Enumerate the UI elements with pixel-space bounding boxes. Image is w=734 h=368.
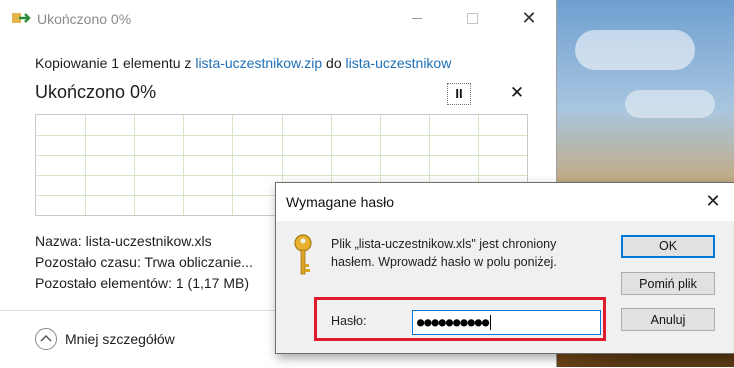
copy-arrow-icon (12, 13, 31, 23)
minimize-button[interactable] (405, 8, 429, 28)
time-value: Trwa obliczanie... (144, 254, 253, 270)
destination-link[interactable]: lista-uczestnikow (346, 55, 452, 71)
password-dialog: Wymagane hasło ✕ Plik „lista-uczestnikow… (275, 182, 734, 354)
cloud (575, 30, 695, 70)
time-remaining-row: Pozostało czasu: Trwa obliczanie... (35, 254, 253, 270)
cloud (625, 90, 715, 118)
dialog-title: Wymagane hasło (286, 194, 395, 210)
items-remaining-row: Pozostało elementów: 1 (1,17 MB) (35, 275, 249, 291)
maximize-icon (466, 13, 478, 24)
maximize-button[interactable] (460, 8, 484, 28)
protected-file-message: Plik „lista-uczestnikow.xls" jest chroni… (331, 237, 557, 269)
ok-button[interactable]: OK (621, 235, 715, 258)
text-caret (490, 315, 492, 330)
title-bar: Ukończono 0% ✕ (0, 0, 556, 38)
items-label: Pozostało elementów: (35, 275, 176, 291)
password-mask: ●●●●●●●●●● (417, 315, 490, 329)
copy-description: Kopiowanie 1 elementu z lista-uczestniko… (35, 55, 451, 71)
password-input[interactable]: ●●●●●●●●●● (412, 310, 601, 335)
copy-mid: do (322, 55, 346, 71)
stop-button[interactable]: ✕ (506, 83, 528, 103)
progress-title: Ukończono 0% (35, 82, 157, 102)
key-icon (294, 234, 312, 275)
time-label: Pozostało czasu: (35, 254, 145, 270)
cancel-button[interactable]: Anuluj (621, 308, 715, 331)
dialog-close-button[interactable]: ✕ (701, 189, 725, 213)
chevron-up-icon[interactable] (35, 328, 57, 350)
items-value: 1 (1,17 MB) (175, 275, 249, 291)
less-details-toggle[interactable]: Mniej szczegółów (65, 331, 175, 347)
skip-file-button[interactable]: Pomiń plik (621, 272, 715, 295)
minimize-icon (412, 18, 422, 19)
password-label: Hasło: (331, 314, 367, 328)
close-button[interactable]: ✕ (517, 8, 541, 28)
name-label: Nazwa: (35, 233, 86, 249)
name-value: lista-uczestnikow.xls (85, 233, 212, 249)
window-title: Ukończono 0% (37, 11, 132, 27)
copy-prefix: Kopiowanie 1 elementu z (35, 55, 196, 71)
file-name-row: Nazwa: lista-uczestnikow.xls (35, 233, 212, 249)
pause-button[interactable]: II (447, 83, 471, 105)
source-link[interactable]: lista-uczestnikow.zip (195, 55, 322, 71)
dialog-title-bar: Wymagane hasło ✕ (276, 183, 734, 221)
